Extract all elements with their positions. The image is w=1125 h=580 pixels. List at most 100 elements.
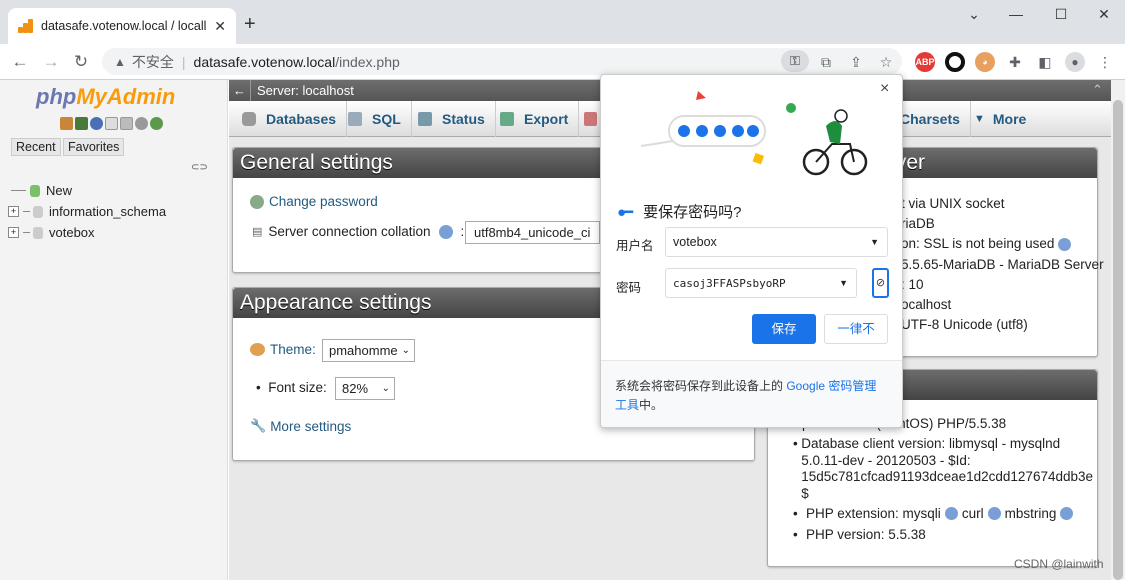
tab-close-icon[interactable]: ✕	[214, 18, 226, 35]
show-password-eye-icon[interactable]: ⊘	[872, 268, 889, 298]
dropdown-arrow-icon[interactable]: ▼	[839, 278, 848, 288]
tree-item-votebox[interactable]: + votebox	[8, 222, 166, 243]
dropdown-arrow-icon[interactable]: ▼	[870, 237, 879, 247]
password-key-icon[interactable]: ⚿	[781, 50, 809, 72]
tree-item-information-schema[interactable]: + information_schema	[8, 201, 166, 222]
wrench-icon: 🔧	[250, 418, 267, 433]
tree-item-new[interactable]: New	[8, 180, 166, 201]
save-button[interactable]: 保存	[752, 314, 816, 344]
import-icon	[584, 112, 597, 126]
scrollbar-thumb[interactable]	[1113, 100, 1123, 580]
databases-icon	[242, 112, 256, 126]
url-host: datasafe.votenow.local	[193, 53, 336, 70]
export-icon	[500, 112, 514, 126]
password-illustration	[640, 91, 868, 176]
divider: |	[181, 53, 186, 70]
translate-icon[interactable]: ⧉	[816, 52, 836, 72]
new-db-icon	[30, 184, 40, 197]
bookmark-star-icon[interactable]: ☆	[876, 52, 896, 72]
password-field[interactable]: casoj3FFASPsbyoRP ▼	[665, 268, 857, 298]
chevron-down-icon: ⌄	[381, 383, 390, 394]
recent-button[interactable]: Recent	[11, 138, 61, 156]
extension-circle-icon[interactable]	[945, 52, 965, 72]
close-window-icon[interactable]: ✕	[1092, 6, 1116, 24]
chrome-menu-icon[interactable]: ⋮	[1095, 52, 1115, 72]
help-icon[interactable]	[438, 224, 453, 239]
help-icon[interactable]	[90, 117, 103, 130]
profile-avatar[interactable]: ●	[1065, 52, 1085, 72]
expand-icon[interactable]: +	[8, 206, 19, 217]
collation-select[interactable]: utf8mb4_unicode_ci	[465, 221, 600, 244]
font-size-label: • Font size:	[256, 380, 327, 395]
home-icon[interactable]	[60, 117, 73, 130]
key-icon	[250, 194, 264, 209]
php-version: • PHP version: 5.5.38	[793, 527, 926, 542]
sql-docs-icon[interactable]	[120, 117, 133, 130]
watermark: CSDN @lainwith	[1014, 557, 1104, 571]
database-icon	[33, 205, 43, 218]
back-icon[interactable]: ←	[9, 51, 31, 73]
share-icon[interactable]: ⇪	[846, 52, 866, 72]
palette-icon	[250, 343, 265, 356]
minimize-icon[interactable]: —	[1004, 6, 1028, 24]
more-arrow-icon: ▼	[974, 113, 985, 125]
change-password-link[interactable]: Change password	[250, 194, 378, 209]
favorites-button[interactable]: Favorites	[63, 138, 125, 156]
collapse-up-icon[interactable]: ⌃	[1092, 82, 1103, 98]
database-tree: New + information_schema + votebox	[8, 180, 166, 243]
pma-logo[interactable]: phpMyAdmin	[36, 84, 175, 110]
tab-sql[interactable]: SQL	[338, 101, 412, 137]
forward-icon[interactable]: →	[40, 51, 62, 73]
link-chain-icon[interactable]: ⊂⊃	[191, 162, 208, 173]
logout-icon[interactable]	[75, 117, 88, 130]
tab-databases[interactable]: Databases	[232, 101, 348, 137]
database-icon	[33, 226, 43, 239]
db-client-version: • Database client version: libmysql - mys…	[793, 436, 1094, 501]
chevron-down-icon[interactable]: ⌄	[962, 6, 986, 24]
extensions-puzzle-icon[interactable]: ✚	[1005, 52, 1025, 72]
help-icon[interactable]	[1060, 507, 1074, 520]
username-field[interactable]: votebox ▼	[665, 227, 888, 257]
theme-row: Theme:	[250, 342, 316, 357]
tab-export[interactable]: Export	[490, 101, 580, 137]
expand-icon[interactable]: +	[8, 227, 19, 238]
close-icon[interactable]: ×	[880, 80, 889, 98]
more-settings-link[interactable]: 🔧 More settings	[250, 418, 351, 434]
php-extension: • PHP extension: mysqli curl mbstring	[793, 506, 1077, 521]
server-title[interactable]: Server: localhost	[257, 83, 354, 98]
key-icon: ●━	[617, 203, 633, 221]
status-icon	[418, 112, 432, 126]
dialog-header: ●━ 要保存密码吗?	[617, 203, 742, 222]
new-tab-button[interactable]: +	[244, 14, 256, 34]
pma-favicon-icon	[18, 19, 34, 33]
not-secure-label: 不安全	[131, 53, 174, 70]
dialog-footer: 系统会将密码保存到此设备上的 Google 密码管理工具中。	[601, 360, 902, 427]
collation-row: ▤ Server connection collation :	[252, 224, 465, 239]
tab-status[interactable]: Status	[408, 101, 496, 137]
tab-import-partial[interactable]	[580, 101, 602, 137]
collation-icon: ▤	[252, 226, 263, 238]
nav-icon-row	[60, 117, 163, 130]
tab-title: datasafe.votenow.local / locall	[41, 19, 207, 33]
settings-gear-icon[interactable]	[135, 117, 148, 130]
help-icon[interactable]	[987, 507, 1001, 520]
docs-icon[interactable]	[105, 117, 118, 130]
theme-select[interactable]: pmahomme ⌄	[322, 339, 415, 362]
maximize-icon[interactable]: ☐	[1049, 6, 1073, 24]
collapse-arrow-icon[interactable]: ←	[233, 80, 251, 101]
side-panel-icon[interactable]: ◧	[1035, 52, 1055, 72]
help-icon[interactable]	[944, 507, 958, 520]
extension-avatar-icon[interactable]: ◕	[975, 52, 995, 72]
db-server-info: t via UNIX socket riaDB on: SSL is not b…	[901, 196, 1104, 333]
browser-tab[interactable]: datasafe.votenow.local / locall ✕	[8, 8, 236, 44]
reload-icon[interactable]: ↻	[70, 51, 92, 73]
username-label: 用户名	[616, 239, 654, 253]
password-label: 密码	[616, 281, 642, 295]
font-size-select[interactable]: 82% ⌄	[335, 377, 395, 400]
never-button[interactable]: 一律不	[824, 314, 888, 344]
adblock-icon[interactable]: ABP	[915, 52, 935, 72]
help-icon[interactable]	[1058, 238, 1072, 252]
reload-nav-icon[interactable]	[150, 117, 163, 130]
tab-more[interactable]: ▼ More	[964, 101, 1036, 137]
chevron-down-icon: ⌄	[401, 345, 410, 356]
